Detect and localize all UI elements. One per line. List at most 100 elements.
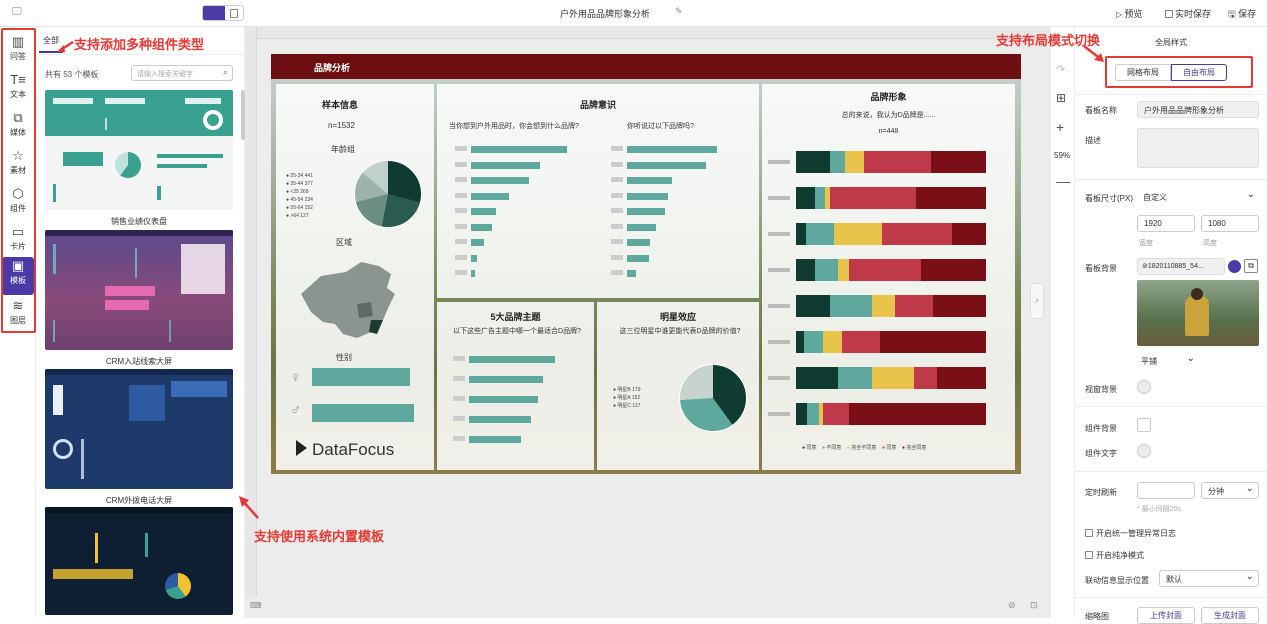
bar-mark[interactable] xyxy=(627,254,649,262)
bar-mark[interactable] xyxy=(471,146,567,153)
stacked-segment[interactable] xyxy=(796,259,815,281)
bar-mark[interactable] xyxy=(627,239,651,246)
stacked-segment[interactable] xyxy=(830,151,846,173)
sample-info-panel[interactable]: 样本信息 n=1532 年龄组 ● 25-34 441 ● 35-44 377 ● … xyxy=(276,84,434,470)
bar-mark[interactable] xyxy=(471,192,510,200)
stacked-segment[interactable] xyxy=(830,187,916,209)
layout-grid-button[interactable]: 网格布局 xyxy=(1115,64,1171,81)
stacked-segment[interactable] xyxy=(913,367,937,389)
bar-mark[interactable] xyxy=(627,270,636,277)
grid-icon[interactable]: ⊞ xyxy=(1056,91,1066,105)
bar-mark[interactable] xyxy=(627,223,656,231)
stacked-segment[interactable] xyxy=(879,331,986,353)
stacked-segment[interactable] xyxy=(796,187,815,209)
stacked-segment[interactable] xyxy=(815,259,838,281)
template-card-kpi[interactable] xyxy=(45,507,233,615)
view-toggle[interactable] xyxy=(202,5,244,21)
bar-mark[interactable] xyxy=(471,254,477,262)
refresh-unit-select[interactable]: 分钟 ⌄ xyxy=(1201,482,1259,499)
bg-image-preview[interactable] xyxy=(1137,280,1259,346)
bar-mark[interactable] xyxy=(627,146,717,153)
stacked-segment[interactable] xyxy=(807,403,819,425)
stacked-segment[interactable] xyxy=(932,295,986,317)
stacked-segment[interactable] xyxy=(796,223,806,245)
preview-button[interactable]: ▷ 预览 xyxy=(1116,7,1142,20)
stacked-segment[interactable] xyxy=(845,151,865,173)
refresh-input[interactable] xyxy=(1137,482,1195,499)
generate-cover-button[interactable]: 生成封面 xyxy=(1201,607,1259,624)
bg-image-button[interactable]: ⧉ xyxy=(1244,259,1258,273)
star-effect-panel[interactable]: 明星效应 这三位明星中谁更能代表D品牌的价值? ● 明星B 179 ● 明星A 1… xyxy=(597,302,759,470)
stacked-segment[interactable] xyxy=(796,403,808,425)
stacked-segment[interactable] xyxy=(864,151,931,173)
bg-color-swatch[interactable] xyxy=(1228,260,1241,273)
link-icon[interactable]: ⊘ xyxy=(1008,600,1016,611)
stacked-segment[interactable] xyxy=(872,367,914,389)
bar-mark[interactable] xyxy=(471,161,541,169)
zoom-out-icon[interactable]: — xyxy=(1056,173,1070,189)
window-bg-swatch[interactable] xyxy=(1137,380,1151,394)
dashboard-board[interactable]: 品牌分析 样本信息 n=1532 年龄组 ● 25-34 441 ● 35-44 … xyxy=(271,54,1021,474)
monitor-icon[interactable]: 🖵 xyxy=(12,6,22,17)
panel-collapse-button[interactable]: › xyxy=(1030,283,1044,319)
stacked-segment[interactable] xyxy=(822,403,850,425)
template-search-input[interactable]: 请输入搜索关键字 ⌕ xyxy=(131,65,233,81)
bar-mark[interactable] xyxy=(469,396,538,403)
china-map[interactable] xyxy=(291,254,411,344)
bar-mark[interactable] xyxy=(469,356,555,363)
upload-cover-button[interactable]: 上传封面 xyxy=(1137,607,1195,624)
realtime-save-checkbox[interactable]: 实时保存 xyxy=(1165,7,1211,20)
awareness-bars-2[interactable] xyxy=(611,146,751,286)
unified-log-checkbox[interactable]: 开启统一管理异常日志 xyxy=(1085,528,1176,539)
app-title[interactable]: 户外用品品牌形象分析 xyxy=(560,7,650,20)
brand-themes-panel[interactable]: 5大品牌主题 以下这些广告主题中哪一个最适合D品牌? xyxy=(437,302,594,470)
female-bar[interactable] xyxy=(312,368,410,386)
brand-image-panel[interactable]: 品牌形象 总的来说，我认为D品牌是...... n=448 ● 同意 ● 不同意… xyxy=(762,84,1015,470)
stacked-segment[interactable] xyxy=(841,331,880,353)
board-name-input[interactable]: 户外用品品牌形象分析 xyxy=(1137,101,1259,118)
board-size-select[interactable]: 自定义 xyxy=(1139,189,1259,206)
board-bg-input[interactable]: ⊘1820110885_54... xyxy=(1137,258,1225,275)
stacked-segment[interactable] xyxy=(815,187,825,209)
keyboard-icon[interactable]: ⌨ xyxy=(250,601,262,610)
template-card-crm-inbound[interactable]: CRM入站线索大屏 xyxy=(45,230,233,367)
stacked-segment[interactable] xyxy=(822,331,842,353)
male-bar[interactable] xyxy=(312,404,414,422)
bar-mark[interactable] xyxy=(471,223,493,231)
stacked-segment[interactable] xyxy=(796,295,831,317)
template-card-sales[interactable]: 销售业绩仪表盘 xyxy=(45,90,233,227)
component-bg-swatch[interactable] xyxy=(1137,418,1151,432)
stacked-segment[interactable] xyxy=(834,223,882,245)
themes-bars[interactable] xyxy=(453,356,593,466)
stacked-segment[interactable] xyxy=(921,259,986,281)
bar-mark[interactable] xyxy=(469,376,543,383)
bar-mark[interactable] xyxy=(469,416,531,423)
stacked-segment[interactable] xyxy=(796,151,831,173)
width-input[interactable]: 1920 xyxy=(1137,215,1195,232)
bar-mark[interactable] xyxy=(471,177,529,184)
stacked-segment[interactable] xyxy=(803,331,823,353)
template-card-crm-outbound[interactable]: CRM外拨电话大屏 xyxy=(45,369,233,506)
stacked-segment[interactable] xyxy=(872,295,895,317)
stacked-segment[interactable] xyxy=(796,331,804,353)
stacked-segment[interactable] xyxy=(830,295,872,317)
stacked-segment[interactable] xyxy=(915,187,986,209)
stacked-segment[interactable] xyxy=(849,259,922,281)
stacked-segment[interactable] xyxy=(951,223,986,245)
awareness-bars-1[interactable] xyxy=(455,146,605,286)
bar-mark[interactable] xyxy=(471,208,496,215)
height-input[interactable]: 1080 xyxy=(1201,215,1259,232)
zoom-in-icon[interactable]: + xyxy=(1056,119,1064,135)
brand-awareness-panel[interactable]: 品牌意识 当你想到户外用品时，你会想到什么品牌? 你听说过以下品牌吗? xyxy=(437,84,759,298)
stacked-segment[interactable] xyxy=(837,259,850,281)
stacked-segment[interactable] xyxy=(849,403,986,425)
bar-mark[interactable] xyxy=(627,192,669,200)
layout-free-button[interactable]: 自由布局 xyxy=(1171,64,1227,81)
star-pie-chart[interactable] xyxy=(679,364,747,432)
stacked-segment[interactable] xyxy=(805,223,834,245)
redo-icon[interactable]: ↷ xyxy=(1056,63,1065,76)
component-text-swatch[interactable] xyxy=(1137,444,1151,458)
bar-mark[interactable] xyxy=(627,208,665,215)
edit-icon[interactable]: ✎ xyxy=(675,6,683,17)
bar-mark[interactable] xyxy=(627,161,707,169)
